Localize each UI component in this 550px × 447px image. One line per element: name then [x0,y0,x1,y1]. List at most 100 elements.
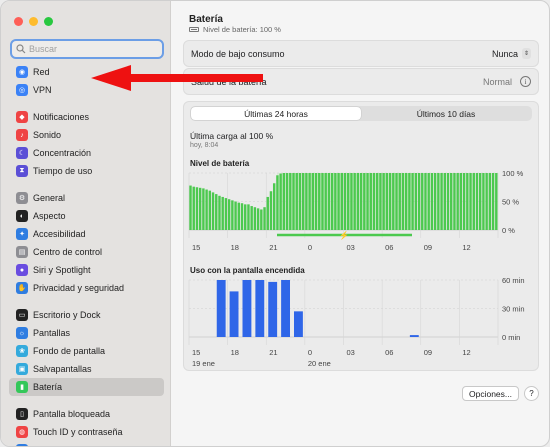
gear-icon: ⚙ [16,192,28,204]
sidebar-item-siri-y-spotlight[interactable]: ● Siri y Spotlight [9,261,164,279]
x-tick-label: 09 [424,243,432,252]
sidebar-separator [9,396,164,405]
fingerprint-icon: ◍ [16,426,28,438]
sidebar-item-touch-id-y-contrasena[interactable]: ◍ Touch ID y contraseña [9,423,164,441]
sidebar-item-sonido[interactable]: ♪ Sonido [9,126,164,144]
sidebar-item-escritorio-y-dock[interactable]: ▭ Escritorio y Dock [9,306,164,324]
sidebar-item-label: Notificaciones [33,112,90,122]
battery-health-value: Normal [482,76,512,87]
battery-bar [353,173,356,230]
zoom-button[interactable] [44,17,53,26]
settings-window: ◉ Red ◎ VPN ◆ Notificaciones ♪ Sonido ☾ Concentra… [0,0,550,447]
sidebar-item-label: Concentración [33,148,92,158]
close-button[interactable] [14,17,23,26]
sidebar-item-privacidad-y-seguridad[interactable]: ✋ Privacidad y seguridad [9,279,164,297]
tab-last-10-days[interactable]: Últimos 10 días [361,107,531,120]
sidebar-item-bateria[interactable]: ▮ Batería [9,378,164,396]
battery-bar [324,173,327,230]
low-power-select[interactable]: Nunca ⇕ [492,48,531,59]
battery-bar [475,173,479,230]
accessibility-icon: ✦ [16,228,28,240]
battery-level-text: Nivel de batería: 100 % [203,25,281,34]
battery-bar [208,190,212,230]
sidebar-item-aspecto[interactable]: ◐ Aspecto [9,207,164,225]
battery-bar [350,173,353,230]
battery-bar [305,173,308,230]
battery-bar [227,199,231,230]
battery-bar [327,173,331,230]
battery-bar [427,173,430,230]
sidebar-item-pantallas[interactable]: ☼ Pantallas [9,324,164,342]
wallpaper-icon: ❀ [16,345,28,357]
battery-bar [221,196,224,230]
speaker-icon: ♪ [16,129,28,141]
x-date-label: 19 ene [192,359,215,368]
battery-health-status: Normal i [483,76,531,87]
battery-bar [285,173,289,230]
battery-bar [382,173,385,230]
siri-icon: ● [16,264,28,276]
battery-bar [189,185,192,230]
sidebar-item-label: Privacidad y seguridad [33,283,125,293]
display-icon: ☼ [16,327,28,339]
battery-bar [450,173,453,230]
battery-bar [308,173,311,230]
battery-bar [244,204,247,230]
info-icon[interactable]: i [520,76,531,87]
battery-bar [292,173,295,230]
sidebar-item-fondo-de-pantalla[interactable]: ❀ Fondo de pantalla [9,342,164,360]
battery-bar [250,206,253,230]
usage-bar [255,280,265,337]
usage-bar [268,281,278,337]
battery-bar [256,208,260,230]
battery-bar [279,173,282,230]
low-power-card: Modo de bajo consumo Nunca ⇕ [183,40,539,67]
battery-bar [330,173,334,230]
chevron-updown-icon: ⇕ [522,48,531,59]
battery-bar [321,173,324,230]
sidebar-item-label: Aspecto [33,211,66,221]
sidebar-item-label: General [33,193,66,203]
search-input[interactable] [29,44,159,54]
battery-bar [421,173,424,230]
sidebar-separator [9,180,164,189]
battery-bar [440,173,443,230]
help-button[interactable]: ? [524,386,539,401]
tab-last-24-hours[interactable]: Últimas 24 horas [191,107,361,120]
options-button[interactable]: Opciones... [462,386,519,401]
battery-bar [433,173,437,230]
y-tick-label: 100 % [502,169,524,178]
sidebar-item-notificaciones[interactable]: ◆ Notificaciones [9,108,164,126]
sidebar-item-label: Centro de control [33,247,103,257]
battery-bar [234,201,237,230]
sidebar-item-tiempo-de-uso[interactable]: ⧗ Tiempo de uso [9,162,164,180]
battery-level-chart: ⚡ 100 % 50 % 0 % 15 18 21 0 03 06 09 12 [188,169,524,252]
y-tick-label: 0 min [502,333,520,342]
sidebar-item-accesibilidad[interactable]: ✦ Accesibilidad [9,225,164,243]
sidebar-item-pantalla-bloqueada[interactable]: ▯ Pantalla bloqueada [9,405,164,423]
battery-bar [198,187,202,230]
sidebar-item-salvapantallas[interactable]: ▣ Salvapantallas [9,360,164,378]
sidebar-item-label: VPN [33,85,52,95]
sidebar-item-usuarios-y-grupos[interactable]: ☻Usuarios y grupos [9,441,164,446]
vpn-icon: ◎ [16,84,28,96]
battery-bar [366,173,369,230]
x-date-label: 20 ene [308,359,331,368]
battery-bar [231,200,234,230]
sidebar-item-general[interactable]: ⚙ General [9,189,164,207]
battery-bar [340,173,343,230]
x-tick-label: 12 [462,348,470,357]
last-charge-label: Última carga al 100 % [190,131,274,141]
battery-bar [424,173,427,230]
x-tick-label: 12 [462,243,470,252]
x-tick-label: 18 [231,243,239,252]
x-tick-label: 06 [385,348,393,357]
sidebar-item-concentracion[interactable]: ☾ Concentración [9,144,164,162]
battery-bar [462,173,466,230]
minimize-button[interactable] [29,17,38,26]
charging-bolt-icon: ⚡ [339,230,349,240]
battery-bar [269,191,273,230]
search-field[interactable] [10,39,164,59]
sidebar-item-centro-de-control[interactable]: ▤ Centro de control [9,243,164,261]
battery-bar [266,196,269,230]
